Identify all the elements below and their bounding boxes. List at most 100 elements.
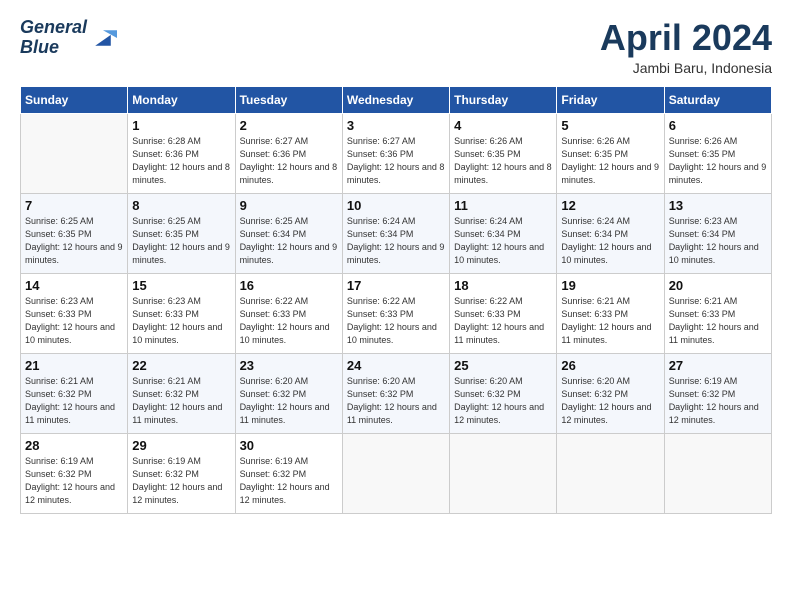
cell-info: Sunrise: 6:27 AMSunset: 6:36 PMDaylight:… [240, 136, 338, 185]
day-number: 7 [25, 198, 123, 213]
table-row: 3Sunrise: 6:27 AMSunset: 6:36 PMDaylight… [342, 113, 449, 193]
cell-info: Sunrise: 6:24 AMSunset: 6:34 PMDaylight:… [561, 216, 651, 265]
page: General Blue April 2024 Jambi Baru, Indo… [0, 0, 792, 612]
day-number: 28 [25, 438, 123, 453]
day-number: 30 [240, 438, 338, 453]
cell-info: Sunrise: 6:27 AMSunset: 6:36 PMDaylight:… [347, 136, 445, 185]
day-number: 18 [454, 278, 552, 293]
cell-info: Sunrise: 6:20 AMSunset: 6:32 PMDaylight:… [454, 376, 544, 425]
col-friday: Friday [557, 86, 664, 113]
day-number: 26 [561, 358, 659, 373]
cell-info: Sunrise: 6:21 AMSunset: 6:32 PMDaylight:… [25, 376, 115, 425]
table-row: 12 Sunrise: 6:24 AMSunset: 6:34 PMDayligh… [557, 193, 664, 273]
table-row: 19 Sunrise: 6:21 AMSunset: 6:33 PMDayligh… [557, 273, 664, 353]
table-row [664, 433, 771, 513]
cell-info: Sunrise: 6:21 AMSunset: 6:33 PMDaylight:… [669, 296, 759, 345]
table-row: 20 Sunrise: 6:21 AMSunset: 6:33 PMDayligh… [664, 273, 771, 353]
cell-info: Sunrise: 6:19 AMSunset: 6:32 PMDaylight:… [669, 376, 759, 425]
table-row: 14Sunrise: 6:23 AMSunset: 6:33 PMDayligh… [21, 273, 128, 353]
day-number: 20 [669, 278, 767, 293]
cell-info: Sunrise: 6:21 AMSunset: 6:33 PMDaylight:… [561, 296, 651, 345]
table-row: 2 Sunrise: 6:27 AMSunset: 6:36 PMDaylight… [235, 113, 342, 193]
calendar: Sunday Monday Tuesday Wednesday Thursday… [20, 86, 772, 514]
day-number: 2 [240, 118, 338, 133]
cell-info: Sunrise: 6:25 AMSunset: 6:35 PMDaylight:… [25, 216, 123, 265]
table-row: 7 Sunrise: 6:25 AMSunset: 6:35 PMDaylight… [21, 193, 128, 273]
day-number: 17 [347, 278, 445, 293]
table-row: 16 Sunrise: 6:22 AMSunset: 6:33 PMDayligh… [235, 273, 342, 353]
table-row: 28Sunrise: 6:19 AMSunset: 6:32 PMDayligh… [21, 433, 128, 513]
col-sunday: Sunday [21, 86, 128, 113]
calendar-week-row: 1 Sunrise: 6:28 AMSunset: 6:36 PMDaylight… [21, 113, 772, 193]
table-row: 8 Sunrise: 6:25 AMSunset: 6:35 PMDaylight… [128, 193, 235, 273]
day-number: 4 [454, 118, 552, 133]
table-row: 11 Sunrise: 6:24 AMSunset: 6:34 PMDayligh… [450, 193, 557, 273]
logo: General Blue [20, 18, 117, 58]
day-number: 8 [132, 198, 230, 213]
table-row: 23Sunrise: 6:20 AMSunset: 6:32 PMDayligh… [235, 353, 342, 433]
table-row: 26 Sunrise: 6:20 AMSunset: 6:32 PMDayligh… [557, 353, 664, 433]
cell-info: Sunrise: 6:22 AMSunset: 6:33 PMDaylight:… [347, 296, 437, 345]
cell-info: Sunrise: 6:19 AMSunset: 6:32 PMDaylight:… [132, 456, 222, 505]
col-saturday: Saturday [664, 86, 771, 113]
cell-info: Sunrise: 6:28 AMSunset: 6:36 PMDaylight:… [132, 136, 230, 185]
calendar-week-row: 21 Sunrise: 6:21 AMSunset: 6:32 PMDayligh… [21, 353, 772, 433]
cell-info: Sunrise: 6:19 AMSunset: 6:32 PMDaylight:… [240, 456, 330, 505]
day-number: 21 [25, 358, 123, 373]
table-row: 18 Sunrise: 6:22 AMSunset: 6:33 PMDayligh… [450, 273, 557, 353]
cell-info: Sunrise: 6:20 AMSunset: 6:32 PMDaylight:… [561, 376, 651, 425]
cell-info: Sunrise: 6:26 AMSunset: 6:35 PMDaylight:… [454, 136, 552, 185]
day-number: 11 [454, 198, 552, 213]
day-number: 19 [561, 278, 659, 293]
cell-info: Sunrise: 6:23 AMSunset: 6:33 PMDaylight:… [132, 296, 222, 345]
col-monday: Monday [128, 86, 235, 113]
day-number: 29 [132, 438, 230, 453]
title-block: April 2024 Jambi Baru, Indonesia [600, 18, 772, 76]
table-row: 15 Sunrise: 6:23 AMSunset: 6:33 PMDayligh… [128, 273, 235, 353]
calendar-week-row: 7 Sunrise: 6:25 AMSunset: 6:35 PMDaylight… [21, 193, 772, 273]
header: General Blue April 2024 Jambi Baru, Indo… [20, 18, 772, 76]
cell-info: Sunrise: 6:25 AMSunset: 6:35 PMDaylight:… [132, 216, 230, 265]
day-number: 25 [454, 358, 552, 373]
table-row: 22 Sunrise: 6:21 AMSunset: 6:32 PMDayligh… [128, 353, 235, 433]
table-row: 27Sunrise: 6:19 AMSunset: 6:32 PMDayligh… [664, 353, 771, 433]
cell-info: Sunrise: 6:21 AMSunset: 6:32 PMDaylight:… [132, 376, 222, 425]
calendar-header-row: Sunday Monday Tuesday Wednesday Thursday… [21, 86, 772, 113]
day-number: 1 [132, 118, 230, 133]
cell-info: Sunrise: 6:20 AMSunset: 6:32 PMDaylight:… [347, 376, 437, 425]
logo-icon [89, 24, 117, 52]
table-row: 24Sunrise: 6:20 AMSunset: 6:32 PMDayligh… [342, 353, 449, 433]
table-row [450, 433, 557, 513]
col-wednesday: Wednesday [342, 86, 449, 113]
cell-info: Sunrise: 6:22 AMSunset: 6:33 PMDaylight:… [454, 296, 544, 345]
cell-info: Sunrise: 6:26 AMSunset: 6:35 PMDaylight:… [561, 136, 659, 185]
cell-info: Sunrise: 6:26 AMSunset: 6:35 PMDaylight:… [669, 136, 767, 185]
table-row: 25 Sunrise: 6:20 AMSunset: 6:32 PMDayligh… [450, 353, 557, 433]
table-row: 30 Sunrise: 6:19 AMSunset: 6:32 PMDayligh… [235, 433, 342, 513]
day-number: 22 [132, 358, 230, 373]
cell-info: Sunrise: 6:23 AMSunset: 6:33 PMDaylight:… [25, 296, 115, 345]
table-row: 21 Sunrise: 6:21 AMSunset: 6:32 PMDayligh… [21, 353, 128, 433]
day-number: 5 [561, 118, 659, 133]
day-number: 23 [240, 358, 338, 373]
day-number: 6 [669, 118, 767, 133]
calendar-week-row: 14Sunrise: 6:23 AMSunset: 6:33 PMDayligh… [21, 273, 772, 353]
table-row: 13 Sunrise: 6:23 AMSunset: 6:34 PMDayligh… [664, 193, 771, 273]
table-row: 5 Sunrise: 6:26 AMSunset: 6:35 PMDaylight… [557, 113, 664, 193]
cell-info: Sunrise: 6:24 AMSunset: 6:34 PMDaylight:… [454, 216, 544, 265]
cell-info: Sunrise: 6:22 AMSunset: 6:33 PMDaylight:… [240, 296, 330, 345]
day-number: 10 [347, 198, 445, 213]
calendar-week-row: 28 Sunrise: 6:19 AMSunset: 6:32 PMDayligh… [21, 433, 772, 513]
table-row: 6 Sunrise: 6:26 AMSunset: 6:35 PMDaylight… [664, 113, 771, 193]
day-number: 13 [669, 198, 767, 213]
table-row: 29 Sunrise: 6:19 AMSunset: 6:32 PMDayligh… [128, 433, 235, 513]
day-number: 16 [240, 278, 338, 293]
day-number: 12 [561, 198, 659, 213]
col-thursday: Thursday [450, 86, 557, 113]
day-number: 15 [132, 278, 230, 293]
table-row [342, 433, 449, 513]
cell-info: Sunrise: 6:23 AMSunset: 6:34 PMDaylight:… [669, 216, 759, 265]
cell-info: Sunrise: 6:25 AMSunset: 6:34 PMDaylight:… [240, 216, 338, 265]
location: Jambi Baru, Indonesia [600, 60, 772, 76]
day-number: 9 [240, 198, 338, 213]
